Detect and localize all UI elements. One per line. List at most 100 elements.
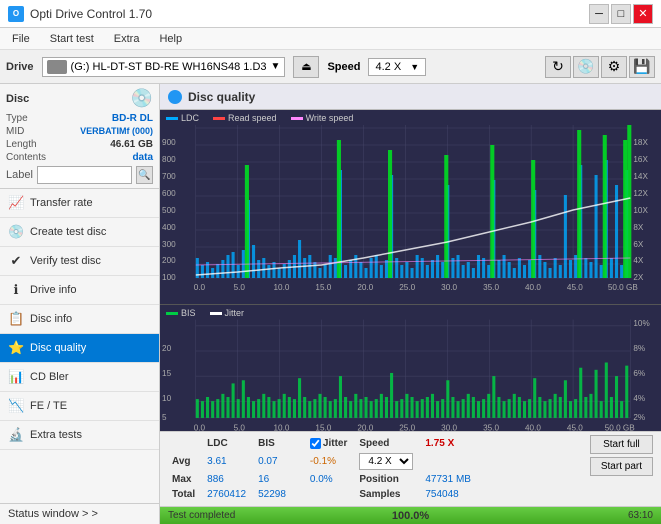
- write-speed-legend-label: Write speed: [306, 113, 354, 123]
- col-empty: [170, 437, 203, 450]
- sidebar-item-extra-tests[interactable]: 🔬 Extra tests: [0, 421, 159, 450]
- disc-quality-icon: ⭐: [8, 340, 24, 356]
- chart1-svg: 100 200 300 400 500 600 700 800 900 2X 4…: [160, 110, 661, 295]
- toolbar-save-button[interactable]: 💾: [629, 56, 655, 78]
- svg-text:8%: 8%: [633, 344, 645, 353]
- nav-items: 📈 Transfer rate 💿 Create test disc ✔ Ver…: [0, 189, 159, 503]
- drive-select[interactable]: (G:) HL-DT-ST BD-RE WH16NS48 1.D3 ▼: [42, 57, 286, 77]
- chart2-legend: BIS Jitter: [166, 308, 250, 318]
- status-window-label: Status window > >: [8, 508, 98, 520]
- drive-label: Drive: [6, 61, 34, 73]
- create-disc-label: Create test disc: [30, 226, 106, 238]
- start-full-button[interactable]: Start full: [590, 435, 653, 454]
- sidebar-item-disc-info[interactable]: 📋 Disc info: [0, 305, 159, 334]
- max-bis: 16: [256, 473, 294, 486]
- sidebar-item-create-test-disc[interactable]: 💿 Create test disc: [0, 218, 159, 247]
- jitter-checkbox[interactable]: [310, 438, 321, 449]
- svg-text:50.0 GB: 50.0 GB: [605, 423, 635, 431]
- speed-select[interactable]: 4.2 X ▼: [368, 58, 426, 76]
- sidebar-item-drive-info[interactable]: ℹ Drive info: [0, 276, 159, 305]
- toolbar-refresh-button[interactable]: ↻: [545, 56, 571, 78]
- svg-text:15: 15: [162, 369, 171, 378]
- svg-text:15.0: 15.0: [315, 283, 331, 292]
- transfer-rate-icon: 📈: [8, 195, 24, 211]
- chart1-legend: LDC Read speed Write speed: [166, 113, 359, 123]
- svg-text:8X: 8X: [633, 223, 644, 232]
- svg-text:14X: 14X: [633, 172, 648, 181]
- svg-text:12X: 12X: [633, 189, 648, 198]
- contents-value: data: [132, 152, 153, 163]
- read-speed-legend: Read speed: [213, 113, 277, 123]
- svg-text:4X: 4X: [633, 256, 644, 265]
- svg-text:4%: 4%: [633, 394, 645, 403]
- svg-text:35.0: 35.0: [483, 423, 499, 431]
- menu-extra[interactable]: Extra: [106, 31, 148, 47]
- total-ldc: 2760412: [205, 488, 254, 501]
- svg-text:10%: 10%: [633, 319, 650, 328]
- stats-bar: LDC BIS Jitter Speed 1.75 X Avg 3.61 0.0…: [160, 431, 661, 506]
- length-value: 46.61 GB: [110, 139, 153, 150]
- bis-legend-color: [166, 312, 178, 315]
- svg-text:100: 100: [162, 273, 176, 282]
- sidebar-item-transfer-rate[interactable]: 📈 Transfer rate: [0, 189, 159, 218]
- cd-bler-icon: 📊: [8, 369, 24, 385]
- status-window-button[interactable]: Status window > >: [0, 503, 159, 524]
- speed-dropdown-label: 4.2 X 2.0 X 1.0 X: [357, 452, 421, 471]
- create-disc-icon: 💿: [8, 224, 24, 240]
- svg-text:30.0: 30.0: [441, 423, 457, 431]
- maximize-button[interactable]: □: [611, 4, 631, 24]
- menu-file[interactable]: File: [4, 31, 38, 47]
- toolbar-disc-button[interactable]: 💿: [573, 56, 599, 78]
- col-speed: Speed: [357, 437, 421, 450]
- close-button[interactable]: ✕: [633, 4, 653, 24]
- menu-start-test[interactable]: Start test: [42, 31, 102, 47]
- verify-disc-icon: ✔: [8, 253, 24, 269]
- minimize-button[interactable]: ─: [589, 4, 609, 24]
- drive-info-icon: ℹ: [8, 282, 24, 298]
- sidebar-item-fe-te[interactable]: 📉 FE / TE: [0, 392, 159, 421]
- sidebar: Disc 💿 Type BD-R DL MID VERBATIMf (000) …: [0, 84, 160, 524]
- avg-jitter: -0.1%: [308, 452, 355, 471]
- drive-name: (G:) HL-DT-ST BD-RE WH16NS48 1.D3: [71, 61, 267, 73]
- svg-text:35.0: 35.0: [483, 283, 499, 292]
- col-jitter: Jitter: [323, 438, 347, 449]
- svg-text:15.0: 15.0: [315, 423, 331, 431]
- start-part-button[interactable]: Start part: [590, 457, 653, 476]
- svg-text:10.0: 10.0: [273, 423, 289, 431]
- type-label: Type: [6, 113, 28, 124]
- disc-section-title: Disc: [6, 93, 29, 105]
- disc-quality-label: Disc quality: [30, 342, 86, 354]
- sidebar-item-cd-bler[interactable]: 📊 CD Bler: [0, 363, 159, 392]
- chart2-svg: 5 10 15 20 2% 4% 6% 8% 10% 0.0 5.0 10.0 …: [160, 305, 661, 431]
- menu-help[interactable]: Help: [151, 31, 190, 47]
- start-buttons: Start full Start part: [590, 435, 653, 476]
- drive-dropdown-arrow: ▼: [271, 61, 281, 72]
- sidebar-item-disc-quality[interactable]: ⭐ Disc quality: [0, 334, 159, 363]
- disc-big-icon: 💿: [131, 88, 153, 109]
- label-edit-button[interactable]: 🔍: [136, 166, 153, 184]
- sidebar-item-verify-test-disc[interactable]: ✔ Verify test disc: [0, 247, 159, 276]
- svg-text:16X: 16X: [633, 155, 648, 164]
- label-input[interactable]: [37, 166, 132, 184]
- jitter-legend-label: Jitter: [225, 308, 245, 318]
- position-value: 47731 MB: [423, 473, 479, 486]
- ldc-legend-label: LDC: [181, 113, 199, 123]
- app-title: Opti Drive Control 1.70: [30, 7, 152, 21]
- main-layout: Disc 💿 Type BD-R DL MID VERBATIMf (000) …: [0, 84, 661, 524]
- avg-ldc: 3.61: [205, 452, 254, 471]
- speed-val: 1.75 X: [423, 437, 479, 450]
- toolbar-settings-button[interactable]: ⚙: [601, 56, 627, 78]
- svg-text:25.0: 25.0: [399, 423, 415, 431]
- svg-text:50.0 GB: 50.0 GB: [608, 283, 638, 292]
- extra-tests-icon: 🔬: [8, 427, 24, 443]
- ldc-chart: LDC Read speed Write speed: [160, 110, 661, 305]
- eject-button[interactable]: ⏏: [293, 56, 319, 78]
- write-speed-legend-color: [291, 117, 303, 120]
- bis-legend: BIS: [166, 308, 196, 318]
- jitter-legend-color: [210, 312, 222, 315]
- max-jitter: 0.0%: [308, 473, 355, 486]
- progress-percent: 100.0%: [392, 510, 429, 522]
- speed-dropdown[interactable]: 4.2 X 2.0 X 1.0 X: [359, 453, 413, 470]
- disc-quality-title: Disc quality: [188, 90, 255, 104]
- svg-text:20: 20: [162, 344, 171, 353]
